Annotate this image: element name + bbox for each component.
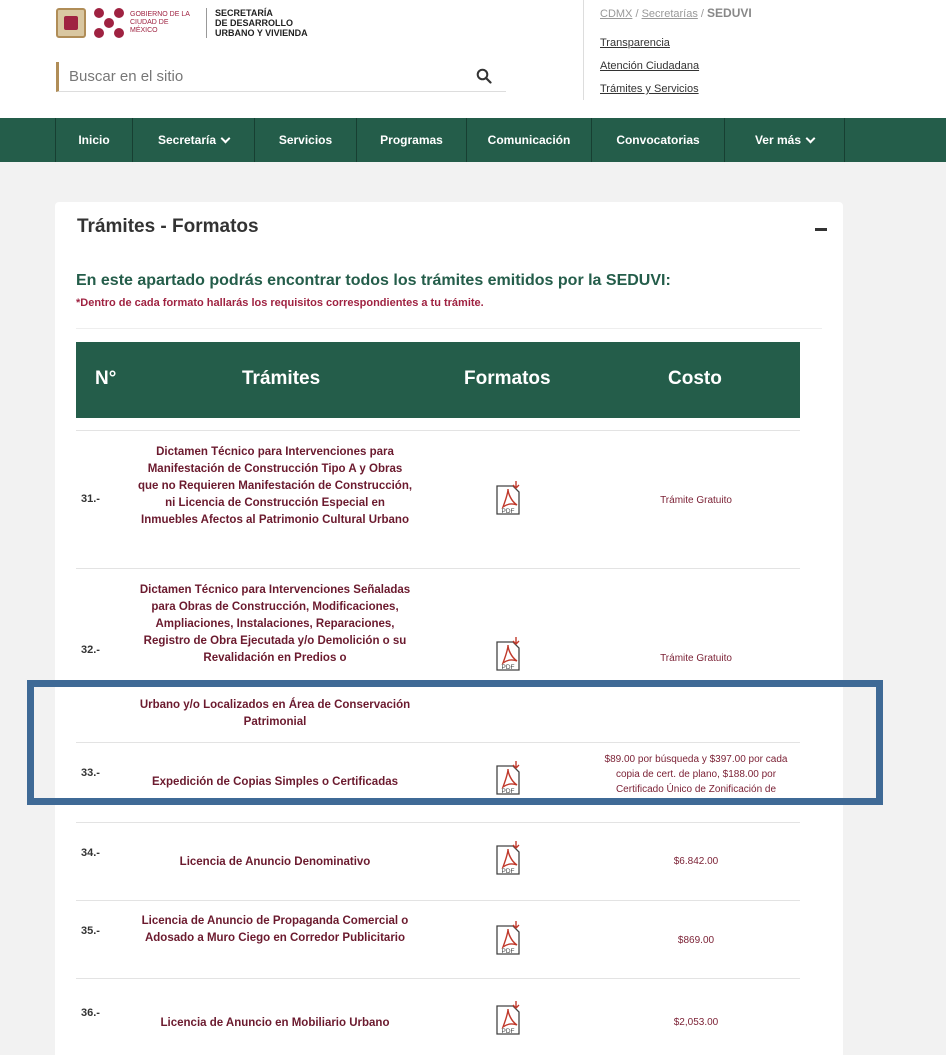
gov-name: GOBIERNO DE LA CIUDAD DE MÉXICO <box>130 11 190 34</box>
table-row: 35.- Licencia de Anuncio de Propaganda C… <box>76 900 800 978</box>
breadcrumb-separator: / <box>635 8 639 20</box>
logo-divider <box>206 8 207 38</box>
breadcrumb: CDMX / Secretarías / SEDUVI <box>600 6 752 20</box>
table-row: 34.- Licencia de Anuncio Denominativo PD… <box>76 822 800 900</box>
coat-of-arms-icon <box>56 8 86 38</box>
header-formatos: Formatos <box>464 368 551 389</box>
tramite-name: Licencia de Anuncio en Mobiliario Urbano <box>160 1017 390 1029</box>
nav-inicio[interactable]: Inicio <box>55 118 132 162</box>
svg-text:PDF: PDF <box>502 948 515 955</box>
nav-servicios[interactable]: Servicios <box>254 118 356 162</box>
breadcrumb-secretarias[interactable]: Secretarías <box>642 8 698 20</box>
pdf-download-icon[interactable]: PDF <box>494 921 524 957</box>
card-title: Trámites - Formatos <box>77 216 259 237</box>
svg-text:PDF: PDF <box>502 868 515 875</box>
site-header: GOBIERNO DE LA CIUDAD DE MÉXICO SECRETAR… <box>0 0 946 118</box>
cdmx-logo-icon <box>94 8 124 38</box>
pdf-download-icon[interactable]: PDF <box>494 841 524 877</box>
intro-note: *Dentro de cada formato hallarás los req… <box>76 297 484 309</box>
collapse-icon[interactable] <box>815 228 827 231</box>
tramite-name: Licencia de Anuncio de Propaganda Comerc… <box>141 915 409 944</box>
secretaria-name: SECRETARÍA DE DESARROLLO URBANO Y VIVIEN… <box>215 8 308 38</box>
breadcrumb-separator: / <box>700 8 704 20</box>
svg-text:PDF: PDF <box>502 664 515 671</box>
costo-value: $2,053.00 <box>673 1017 719 1028</box>
costo-value: $6.842.00 <box>673 856 719 867</box>
row-number: 34.- <box>81 847 100 859</box>
search-bar <box>56 62 506 92</box>
table-row: 36.- Licencia de Anuncio en Mobiliario U… <box>76 978 800 1055</box>
main-nav: Inicio Secretaría Servicios Programas Co… <box>0 118 946 162</box>
divider <box>76 328 822 329</box>
link-atencion-ciudadana[interactable]: Atención Ciudadana <box>600 60 699 72</box>
costo-value: Trámite Gratuito <box>660 653 732 664</box>
gov-logo[interactable]: GOBIERNO DE LA CIUDAD DE MÉXICO SECRETAR… <box>56 8 335 38</box>
nav-ver-mas[interactable]: Ver más <box>724 118 845 162</box>
svg-text:PDF: PDF <box>502 1028 515 1035</box>
tramite-name: Licencia de Anuncio Denominativo <box>179 856 371 868</box>
nav-secretaria[interactable]: Secretaría <box>132 118 254 162</box>
table-row: 31.- Dictamen Técnico para Intervencione… <box>76 430 800 568</box>
highlight-box <box>27 680 883 805</box>
breadcrumb-current: SEDUVI <box>707 6 752 20</box>
breadcrumb-cdmx[interactable]: CDMX <box>600 8 632 20</box>
nav-convocatorias[interactable]: Convocatorias <box>591 118 724 162</box>
tramites-card: Trámites - Formatos En este apartado pod… <box>55 202 843 1055</box>
header-num: N° <box>95 368 117 389</box>
header-costo: Costo <box>668 368 722 389</box>
pdf-download-icon[interactable]: PDF <box>494 637 524 673</box>
search-input[interactable] <box>59 68 459 85</box>
table-header: N° Trámites Formatos Costo <box>76 342 800 418</box>
nav-programas[interactable]: Programas <box>356 118 466 162</box>
link-tramites-servicios[interactable]: Trámites y Servicios <box>600 83 699 95</box>
pdf-download-icon[interactable]: PDF <box>494 1001 524 1037</box>
header-tramites: Trámites <box>242 368 321 389</box>
row-number: 31.- <box>81 493 100 505</box>
intro-title: En este apartado podrás encontrar todos … <box>76 272 671 289</box>
tramite-name: Dictamen Técnico para Intervenciones par… <box>137 446 413 526</box>
costo-value: Trámite Gratuito <box>660 495 732 506</box>
costo-value: $869.00 <box>677 935 715 946</box>
pdf-download-icon[interactable]: PDF <box>494 481 524 517</box>
row-number: 36.- <box>81 1007 100 1019</box>
chevron-down-icon <box>220 133 231 143</box>
search-icon[interactable] <box>476 68 492 84</box>
link-transparencia[interactable]: Transparencia <box>600 37 670 49</box>
row-number: 32.- <box>81 644 100 656</box>
nav-comunicacion[interactable]: Comunicación <box>466 118 591 162</box>
tramite-name: Dictamen Técnico para Intervenciones Señ… <box>139 584 411 664</box>
header-divider <box>583 0 584 100</box>
row-number: 35.- <box>81 925 100 937</box>
chevron-down-icon <box>805 133 816 143</box>
svg-text:PDF: PDF <box>502 508 515 515</box>
